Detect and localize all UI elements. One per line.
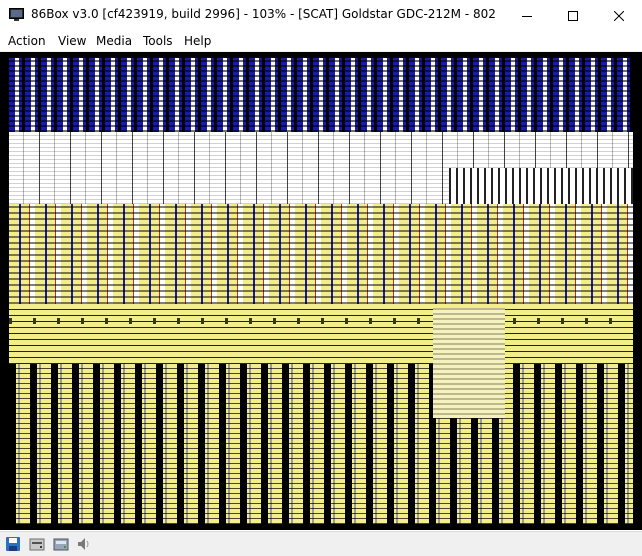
menu-view[interactable]: View xyxy=(56,33,88,49)
menu-action[interactable]: Action xyxy=(6,33,48,49)
menu-tools[interactable]: Tools xyxy=(141,33,175,49)
garbled-block xyxy=(449,168,633,204)
sound-icon[interactable] xyxy=(76,536,92,552)
minimize-icon xyxy=(522,15,532,17)
menu-bar: Action View Media Tools Help xyxy=(0,31,642,52)
scanline-overlay xyxy=(9,364,633,524)
app-icon xyxy=(9,8,24,21)
garbled-dashes xyxy=(9,318,633,324)
status-bar xyxy=(0,531,642,556)
floppy-drive-icon[interactable] xyxy=(29,536,45,552)
close-icon xyxy=(614,10,624,21)
menu-help[interactable]: Help xyxy=(182,33,213,49)
scanline-overlay xyxy=(9,204,633,304)
menu-media[interactable]: Media xyxy=(94,33,134,49)
emulator-window: 86Box v3.0 [cf423919, build 2996] - 103%… xyxy=(0,0,642,556)
emulated-screen-output xyxy=(9,58,633,524)
minimize-button[interactable] xyxy=(504,0,550,31)
emulated-display[interactable] xyxy=(0,52,642,530)
floppy-disk-icon[interactable] xyxy=(5,536,21,552)
close-button[interactable] xyxy=(596,0,642,31)
maximize-button[interactable] xyxy=(550,0,596,31)
window-title: 86Box v3.0 [cf423919, build 2996] - 103%… xyxy=(31,7,496,21)
scanline-overlay xyxy=(9,58,633,132)
maximize-icon xyxy=(568,10,578,21)
title-bar[interactable]: 86Box v3.0 [cf423919, build 2996] - 103%… xyxy=(0,0,642,31)
hard-disk-icon[interactable] xyxy=(53,536,69,552)
garbled-block xyxy=(433,308,505,418)
scanline-overlay xyxy=(9,304,633,364)
